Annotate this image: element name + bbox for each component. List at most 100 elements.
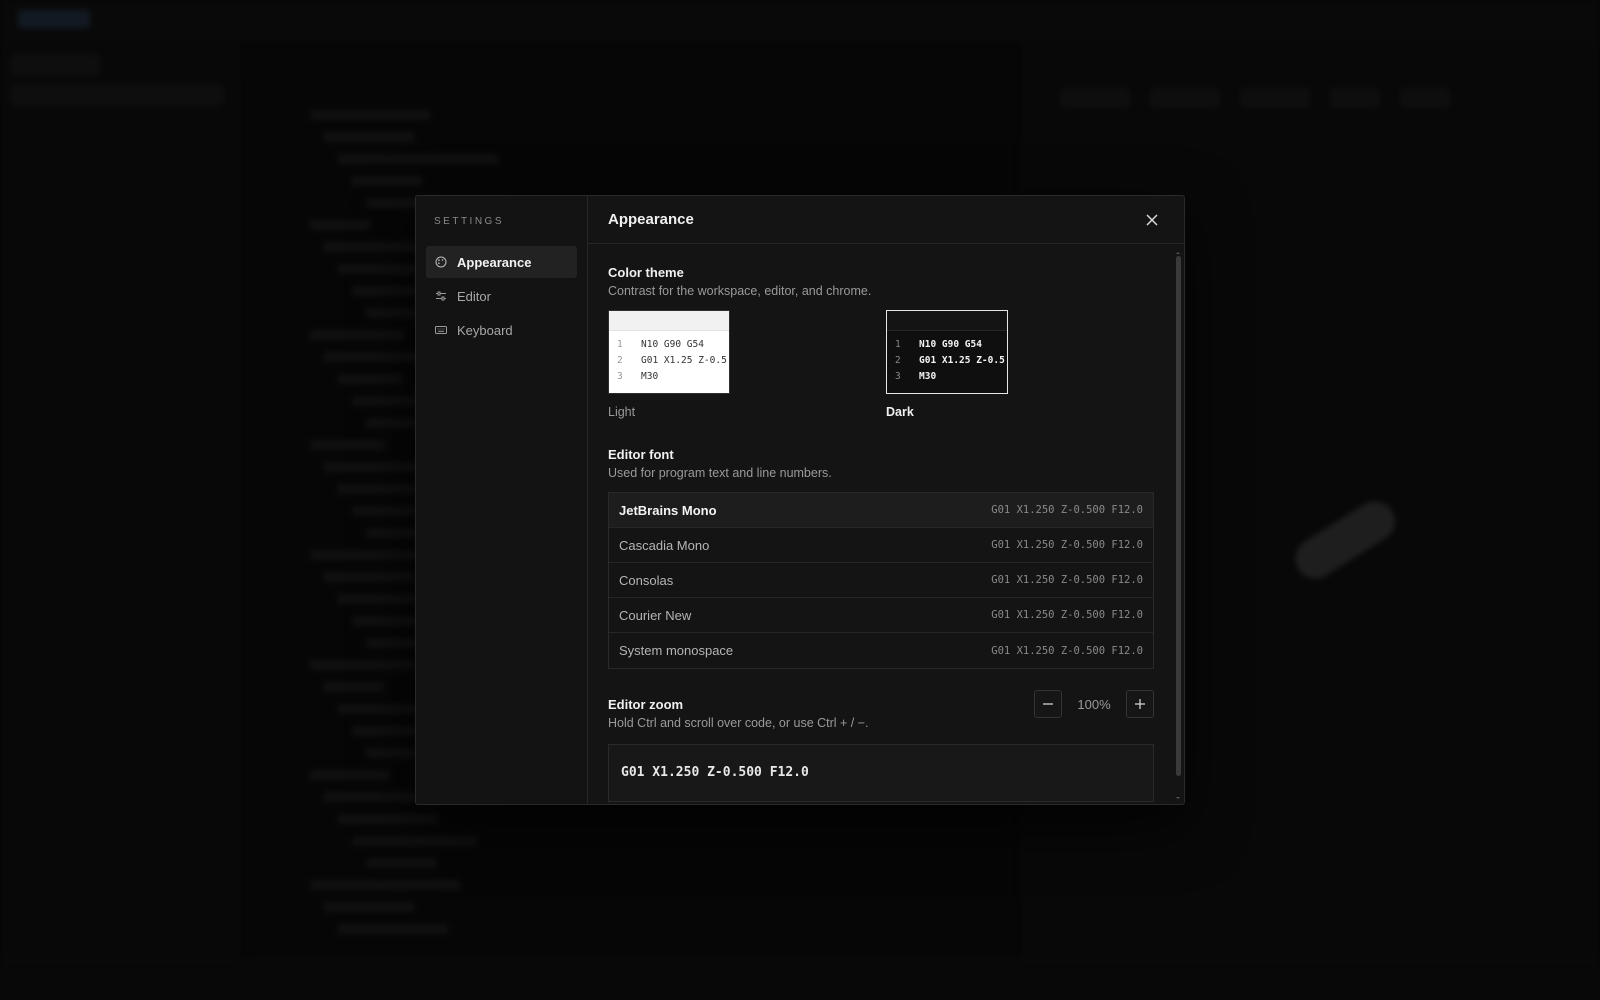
background-code-line: [338, 154, 498, 164]
font-list: JetBrains Mono G01 X1.250 Z-0.500 F12.0 …: [608, 492, 1154, 669]
app-topbar: [0, 0, 1600, 40]
zoom-text: Editor zoom Hold Ctrl and scroll over co…: [608, 697, 869, 730]
nav-item-label: Editor: [457, 288, 491, 304]
plus-icon: [1135, 699, 1145, 709]
background-code-line: [310, 220, 370, 230]
close-button[interactable]: [1140, 208, 1164, 232]
font-sample: G01 X1.250 Z-0.500 F12.0: [991, 574, 1143, 586]
font-option[interactable]: System monospace G01 X1.250 Z-0.500 F12.…: [609, 633, 1153, 668]
background-code-line: [338, 924, 448, 934]
color-theme-section: Color theme Contrast for the workspace, …: [608, 265, 1154, 419]
code-line: M30: [919, 371, 937, 382]
background-code-line: [310, 660, 415, 670]
toolbar-block: [1400, 88, 1450, 108]
font-name: Cascadia Mono: [619, 537, 710, 553]
minus-icon: [1043, 703, 1053, 705]
section-description: Used for program text and line numbers.: [608, 466, 832, 480]
theme-preview: 1 N10 G90 G54 2 G01 X1.25 Z-0.5 3 M30: [886, 310, 1008, 394]
status-bar: [0, 960, 1600, 1000]
toolbar-block: [1240, 88, 1310, 108]
font-option[interactable]: Consolas G01 X1.250 Z-0.500 F12.0: [609, 563, 1153, 598]
line-number: 3: [617, 371, 623, 382]
preview-code: 1 N10 G90 G54 2 G01 X1.25 Z-0.5 3 M30: [609, 331, 729, 385]
theme-preview: 1 N10 G90 G54 2 G01 X1.25 Z-0.5 3 M30: [608, 310, 730, 394]
font-name: Courier New: [619, 607, 692, 623]
section-title: Editor font: [608, 447, 674, 462]
line-number: 1: [895, 339, 901, 350]
zoom-row: Editor zoom Hold Ctrl and scroll over co…: [608, 690, 1154, 730]
editor-zoom-section: Editor zoom Hold Ctrl and scroll over co…: [608, 690, 1154, 802]
content-header: Appearance: [588, 196, 1184, 244]
line-number: 3: [895, 371, 901, 382]
theme-label: Light: [608, 405, 636, 419]
code-line: N10 G90 G54: [919, 339, 982, 350]
settings-scroll-area[interactable]: Color theme Contrast for the workspace, …: [588, 245, 1184, 804]
background-code-line: [338, 374, 403, 384]
line-number: 2: [617, 355, 623, 366]
font-option[interactable]: JetBrains Mono G01 X1.250 Z-0.500 F12.0: [609, 493, 1153, 528]
preview-titlebar: [887, 311, 1007, 331]
toolbar-block: [1330, 88, 1380, 108]
font-option[interactable]: Courier New G01 X1.250 Z-0.500 F12.0: [609, 598, 1153, 633]
editor-font-section: Editor font Used for program text and li…: [608, 447, 1154, 669]
background-code-line: [324, 682, 384, 692]
zoom-preview: G01 X1.250 Z-0.500 F12.0: [608, 744, 1154, 802]
background-code-line: [352, 836, 477, 846]
code-line: G01 X1.25 Z-0.5: [919, 355, 1005, 366]
background-code-line: [352, 616, 422, 626]
theme-option-light[interactable]: 1 N10 G90 G54 2 G01 X1.25 Z-0.5 3 M30 Light: [608, 310, 730, 419]
sidebar-block: [10, 84, 224, 106]
line-number: 1: [617, 339, 623, 350]
keyboard-icon: [434, 323, 448, 337]
scrollbar[interactable]: [1176, 256, 1181, 776]
nav-item-label: Appearance: [457, 254, 532, 270]
code-line: M30: [641, 371, 659, 382]
background-code-line: [366, 858, 436, 868]
toolbar-block: [1150, 88, 1220, 108]
theme-label: Dark: [886, 405, 914, 419]
font-sample: G01 X1.250 Z-0.500 F12.0: [991, 644, 1143, 657]
font-sample: G01 X1.250 Z-0.500 F12.0: [991, 504, 1143, 516]
font-sample: G01 X1.250 Z-0.500 F12.0: [991, 539, 1143, 551]
scroll-down-icon[interactable]: [1176, 796, 1180, 800]
zoom-value: 100%: [1077, 696, 1111, 712]
palette-icon: [434, 255, 448, 269]
theme-option-dark[interactable]: 1 N10 G90 G54 2 G01 X1.25 Z-0.5 3 M30 Dark: [886, 310, 1008, 419]
settings-nav: SETTINGS Appearance Editor Keyboard: [416, 196, 588, 804]
background-code-line: [310, 770, 390, 780]
background-code-line: [324, 132, 414, 142]
app-logo: [18, 10, 90, 28]
background-code-line: [310, 330, 405, 340]
background-code-line: [352, 176, 422, 186]
nav-item-keyboard[interactable]: Keyboard: [426, 314, 577, 346]
nav-item-appearance[interactable]: Appearance: [426, 246, 577, 278]
settings-content: Appearance Color theme Contrast for the …: [588, 196, 1184, 804]
zoom-out-button[interactable]: [1034, 690, 1062, 718]
font-sample: G01 X1.250 Z-0.500 F12.0: [991, 609, 1143, 621]
section-title: Color theme: [608, 265, 684, 280]
toolbar-block: [1060, 88, 1130, 108]
background-code-line: [324, 572, 414, 582]
zoom-stepper: 100%: [1034, 690, 1154, 718]
background-code-line: [324, 902, 414, 912]
theme-options: 1 N10 G90 G54 2 G01 X1.25 Z-0.5 3 M30 Light…: [608, 310, 1154, 419]
sliders-icon: [434, 289, 448, 303]
section-description: Hold Ctrl and scroll over code, or use C…: [608, 716, 869, 730]
font-name: Consolas: [619, 572, 674, 588]
preview-code: 1 N10 G90 G54 2 G01 X1.25 Z-0.5 3 M30: [887, 331, 1007, 385]
page-title: Appearance: [608, 211, 694, 228]
nav-item-label: Keyboard: [457, 322, 513, 338]
background-code-line: [338, 814, 438, 824]
settings-nav-list: Appearance Editor Keyboard: [426, 246, 577, 346]
background-code-line: [310, 880, 460, 890]
nav-item-editor[interactable]: Editor: [426, 280, 577, 312]
section-description: Contrast for the workspace, editor, and …: [608, 284, 872, 298]
section-title: Editor zoom: [608, 697, 684, 712]
scroll-up-icon[interactable]: [1176, 251, 1180, 255]
font-option[interactable]: Cascadia Mono G01 X1.250 Z-0.500 F12.0: [609, 528, 1153, 563]
sidebar-block: [10, 54, 100, 76]
zoom-in-button[interactable]: [1126, 690, 1154, 718]
code-line: G01 X1.25 Z-0.5: [641, 355, 727, 366]
background-code-line: [310, 440, 385, 450]
background-code-line: [366, 528, 421, 538]
